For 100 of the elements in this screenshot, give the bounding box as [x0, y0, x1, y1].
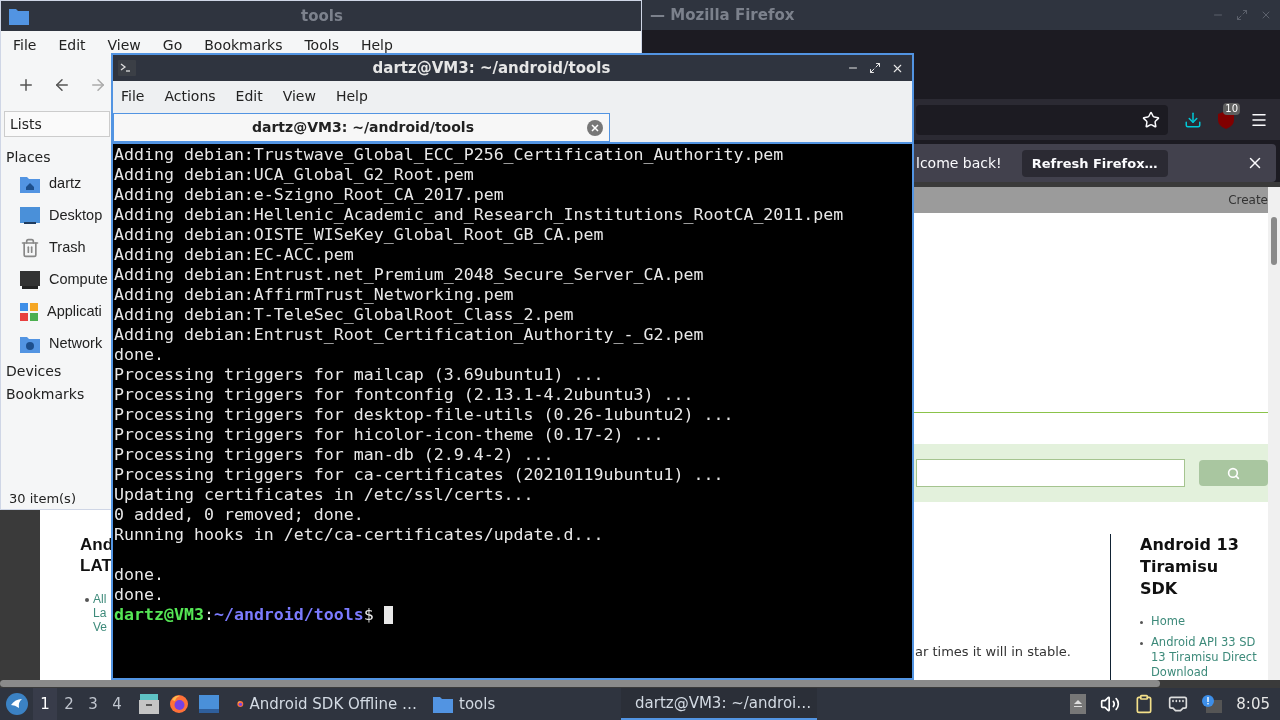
clipboard-icon[interactable]: [1134, 694, 1155, 714]
task-button[interactable]: dartz@VM3: ~/androi…: [621, 688, 817, 720]
task-button[interactable]: Android SDK Offline …: [229, 688, 425, 720]
menu-item[interactable]: View: [107, 34, 141, 56]
article-link[interactable]: Ve: [93, 620, 107, 635]
sidebar-item[interactable]: Compute: [4, 264, 108, 296]
article-heading: LAT: [80, 555, 112, 577]
section-header[interactable]: Bookmarks: [4, 383, 85, 406]
prompt-symbol: $: [363, 605, 374, 625]
prompt-user: dartz@VM3: [114, 605, 204, 625]
section-header[interactable]: Places: [4, 147, 51, 168]
menu-item[interactable]: Help: [335, 86, 368, 107]
section-header[interactable]: Devices: [4, 360, 62, 383]
terminal-icon: [118, 60, 136, 76]
search-icon: [1227, 466, 1240, 480]
terminal-line: Adding debian:Entrust.net_Premium_2048_Secure_Server_CA.pem: [114, 265, 704, 285]
applications-icon: [20, 303, 38, 321]
menu-item[interactable]: File: [121, 86, 145, 107]
cursor: [383, 606, 393, 624]
terminal-line: Processing triggers for desktop-file-utils (0.26-1ubuntu2) ...: [114, 405, 734, 425]
vertical-scrollbar[interactable]: [1268, 187, 1280, 681]
terminal-line: Processing triggers for hicolor-icon-theme (0.17-2) ...: [114, 425, 664, 445]
network-folder-icon: [20, 335, 40, 353]
volume-icon[interactable]: [1100, 694, 1121, 714]
terminal-line: Running hooks in /etc/ca-certificates/update.d...: [114, 525, 604, 545]
workspace-button[interactable]: 4: [105, 688, 129, 720]
trash-icon: [20, 238, 40, 258]
notification-text: lcome back!: [916, 153, 1002, 173]
folder-icon: [9, 7, 29, 25]
sidebar-tab[interactable]: Lists: [4, 111, 110, 137]
workspace-button[interactable]: 3: [81, 688, 105, 720]
terminal-line: Adding debian:UCA_Global_G2_Root.pem: [114, 165, 474, 185]
terminal-line: Adding debian:EC-ACC.pem: [114, 245, 354, 265]
eject-icon[interactable]: [1070, 694, 1087, 714]
terminal-line: Adding debian:OISTE_WISeKey_Global_Root_GB_CA.pem: [114, 225, 604, 245]
terminal-line: Processing triggers for ca-certificates (20210119ubuntu1) ...: [114, 465, 724, 485]
maximize-icon[interactable]: [869, 61, 881, 74]
article-link[interactable]: La: [93, 606, 107, 621]
terminal-line: Updating certificates in /etc/ssl/certs...: [114, 485, 534, 505]
sidebar-heading: Android 13 Tiramisu SDK: [1140, 534, 1240, 601]
terminal-line: Processing triggers for mailcap (3.69ubuntu1) ...: [114, 365, 604, 385]
menu-item[interactable]: Edit: [58, 34, 86, 56]
menu-item[interactable]: Help: [360, 34, 393, 56]
firefox-icon[interactable]: [169, 694, 189, 714]
menu-item[interactable]: Edit: [235, 86, 263, 107]
terminal-line: done.: [114, 585, 164, 605]
terminal-line: Adding debian:AffirmTrust_Networking.pem: [114, 285, 514, 305]
menu-item[interactable]: View: [282, 86, 316, 107]
task-button[interactable]: tools: [425, 688, 621, 720]
badge: 10: [1223, 102, 1240, 115]
sidebar-link[interactable]: Android API 33 SD 13 Tiramisu Direct Download: [1151, 635, 1257, 681]
prompt-separator: :: [203, 605, 214, 625]
horizontal-scrollbar[interactable]: [0, 680, 1280, 688]
download-icon[interactable]: [1184, 110, 1202, 129]
window-title: dartz@VM3: ~/android/tools: [371, 57, 612, 79]
terminal-line: Adding debian:Trustwave_Global_ECC_P256_Certification_Authority.pem: [114, 145, 784, 165]
desktop-icon: [20, 207, 40, 225]
menu-item[interactable]: Tools: [304, 34, 339, 56]
sidebar-link[interactable]: Home: [1151, 614, 1185, 630]
menu-item[interactable]: Actions: [164, 86, 216, 107]
sidebar-item[interactable]: Applicati: [4, 296, 102, 328]
new-window-icon[interactable]: [17, 76, 35, 94]
workspace-button[interactable]: 1: [33, 688, 57, 720]
terminal-line: Adding debian:T-TeleSec_GlobalRoot_Class_2.pem: [114, 305, 574, 325]
terminal-line: Processing triggers for fontconfig (2.13.1-4.2ubuntu3) ...: [114, 385, 694, 405]
notification-icon[interactable]: [1202, 695, 1223, 713]
network-icon[interactable]: [1168, 694, 1189, 714]
status-text: 30 item(s): [8, 489, 76, 508]
terminal-line: done.: [114, 565, 164, 585]
bullet-icon: [1140, 621, 1143, 625]
bullet-icon: [85, 598, 89, 603]
create-link[interactable]: Create: [1228, 191, 1268, 210]
sidebar-item[interactable]: Desktop: [4, 200, 103, 232]
terminal-tab[interactable]: dartz@VM3: ~/android/tools: [113, 113, 610, 142]
sidebar-item[interactable]: dartz: [4, 168, 82, 200]
back-icon[interactable]: [53, 76, 71, 94]
refresh-firefox-button[interactable]: Refresh Firefox…: [1021, 149, 1168, 178]
article-link[interactable]: All: [93, 592, 107, 607]
window-title: tools: [301, 5, 343, 27]
menu-item[interactable]: File: [13, 34, 37, 56]
bookmark-star-icon[interactable]: [1142, 110, 1160, 129]
home-folder-icon: [20, 175, 40, 193]
terminal-line: done.: [114, 345, 164, 365]
workspace-button[interactable]: 2: [57, 688, 81, 720]
menu-item[interactable]: Bookmarks: [204, 34, 283, 56]
terminal-line: Adding debian:Entrust_Root_Certification_Authority_-_G2.pem: [114, 325, 704, 345]
window-title: — Mozilla Firefox: [650, 4, 795, 26]
sidebar-item[interactable]: Trash: [4, 232, 86, 264]
search-field[interactable]: [916, 459, 1185, 488]
folder-icon: [433, 695, 453, 713]
file-cabinet-icon[interactable]: [139, 694, 159, 714]
terminal-line: Processing triggers for man-db (2.9.4-2) ...: [114, 445, 554, 465]
menu-item[interactable]: Go: [162, 34, 183, 56]
sidebar-item[interactable]: Network: [4, 328, 103, 360]
terminal-line: Adding debian:e-Szigno_Root_CA_2017.pem: [114, 185, 504, 205]
terminal-line: 0 added, 0 removed; done.: [114, 505, 364, 525]
start-menu-icon[interactable]: [6, 693, 28, 715]
computer-icon: [20, 271, 40, 289]
bullet-icon: [1140, 642, 1143, 646]
close-tab-icon[interactable]: [587, 119, 603, 136]
